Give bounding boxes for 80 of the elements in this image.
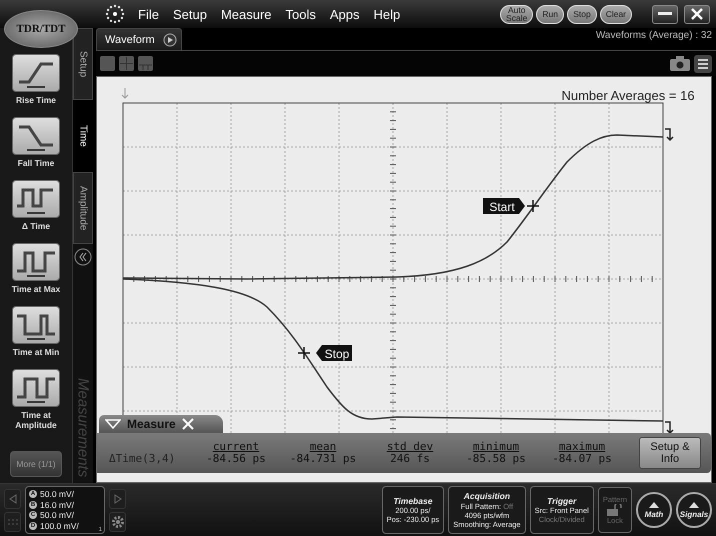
column-header: minimum <box>472 441 520 453</box>
camera-icon[interactable] <box>670 56 690 71</box>
channel-marker-icon <box>664 421 674 434</box>
table-cell-text: -84.56 ps <box>205 453 267 465</box>
toolbar-button[interactable]: Stop <box>567 4 597 24</box>
lock-icon <box>606 504 623 516</box>
settings-icon <box>110 514 124 528</box>
status-title: Acquisition <box>464 491 510 502</box>
table-cell-text: -84.07 ps <box>551 453 613 465</box>
measurement-label: Δ Time <box>20 221 52 231</box>
measurement-button[interactable] <box>12 117 60 155</box>
measurement-button[interactable] <box>12 180 60 218</box>
menu-item[interactable]: Tools <box>286 6 316 22</box>
scale-value: 16.0 mV/ <box>40 500 74 510</box>
minimize-button[interactable] <box>652 4 678 24</box>
waveform-count: Waveforms (Average) : 32 <box>596 30 712 41</box>
logo-button[interactable]: TDR/TDT <box>4 10 78 48</box>
toolbar-button[interactable]: Clear <box>600 4 632 24</box>
table-cell-text: -84.731 ps <box>288 453 358 465</box>
menu-item[interactable]: Setup <box>172 6 207 22</box>
measurement-button[interactable] <box>12 306 60 344</box>
measurement-label: Time at Max <box>10 284 62 294</box>
measurement-label: Time at Amplitude <box>14 410 58 430</box>
play-icon <box>162 32 177 46</box>
scale-value: 100.0 mV/ <box>40 520 79 531</box>
side-tab[interactable]: Time <box>73 100 93 172</box>
previous-button[interactable] <box>4 488 21 508</box>
column-header: std dev <box>386 441 434 453</box>
menu-item[interactable]: File <box>138 6 159 22</box>
channel-marker-icon <box>664 128 674 142</box>
measurement-button[interactable] <box>12 369 60 407</box>
collapse-triangle-icon[interactable] <box>105 419 121 429</box>
cursor-cross-icon <box>526 199 540 213</box>
up-triangle-icon <box>689 502 699 508</box>
settings-button[interactable] <box>109 512 126 532</box>
close-icon[interactable] <box>182 418 194 430</box>
ground-marker-icon <box>122 88 128 99</box>
column-header: current <box>212 441 260 453</box>
toolbar-button[interactable]: Run <box>536 4 564 24</box>
measurement-label: Time at Min <box>12 347 60 357</box>
menu-item[interactable]: Apps <box>330 6 360 22</box>
measurement-label: Fall Time <box>16 158 56 168</box>
collapse-icon[interactable] <box>74 248 92 266</box>
plot-title: Number Averages = 16 <box>561 88 695 103</box>
column-header: maximum <box>558 441 606 453</box>
next-button[interactable] <box>109 488 126 508</box>
table-cell-text: -85.58 ps <box>465 453 527 465</box>
marker-label: Stop <box>316 345 352 361</box>
cursor-cross-icon <box>297 346 311 360</box>
tile-layout-icon[interactable] <box>138 56 153 71</box>
scale-value: 50.0 mV/ <box>40 510 74 520</box>
round-button[interactable]: Signals <box>676 492 712 528</box>
waveform-tab[interactable]: Waveform <box>96 28 182 50</box>
side-tab[interactable]: Amplitude <box>73 172 93 244</box>
up-triangle-icon <box>649 502 659 508</box>
close-button[interactable] <box>684 4 710 24</box>
side-tab[interactable]: Setup <box>73 28 93 100</box>
measure-tab[interactable]: Measure <box>99 415 223 433</box>
menu-item[interactable]: Help <box>374 6 400 22</box>
status-title: Trigger <box>547 496 576 506</box>
measurement-label: Rise Time <box>14 95 57 105</box>
menu-icon[interactable] <box>694 54 712 72</box>
column-header: mean <box>308 441 338 453</box>
setup-info-button[interactable]: Setup & Info <box>639 437 701 469</box>
minimize-icon <box>658 12 672 16</box>
close-icon <box>691 8 703 20</box>
menu-item[interactable]: Measure <box>220 6 272 22</box>
right-triangle-icon <box>114 494 122 504</box>
measurement-name: ΔTime(3,4) <box>109 453 176 465</box>
measurement-button[interactable] <box>12 243 60 281</box>
status-title: Timebase <box>393 496 432 506</box>
sparkle-logo-icon <box>104 3 126 25</box>
scale-value: 50.0 mV/ <box>40 489 74 500</box>
dots-icon <box>8 518 18 524</box>
round-button[interactable]: Math <box>636 492 672 528</box>
table-cell-text: 246 fs <box>389 453 431 465</box>
measurement-button[interactable] <box>12 54 60 92</box>
toolbar-button[interactable]: Auto Scale <box>500 4 534 24</box>
marker-label: Start <box>483 198 525 214</box>
left-triangle-icon <box>8 494 16 504</box>
